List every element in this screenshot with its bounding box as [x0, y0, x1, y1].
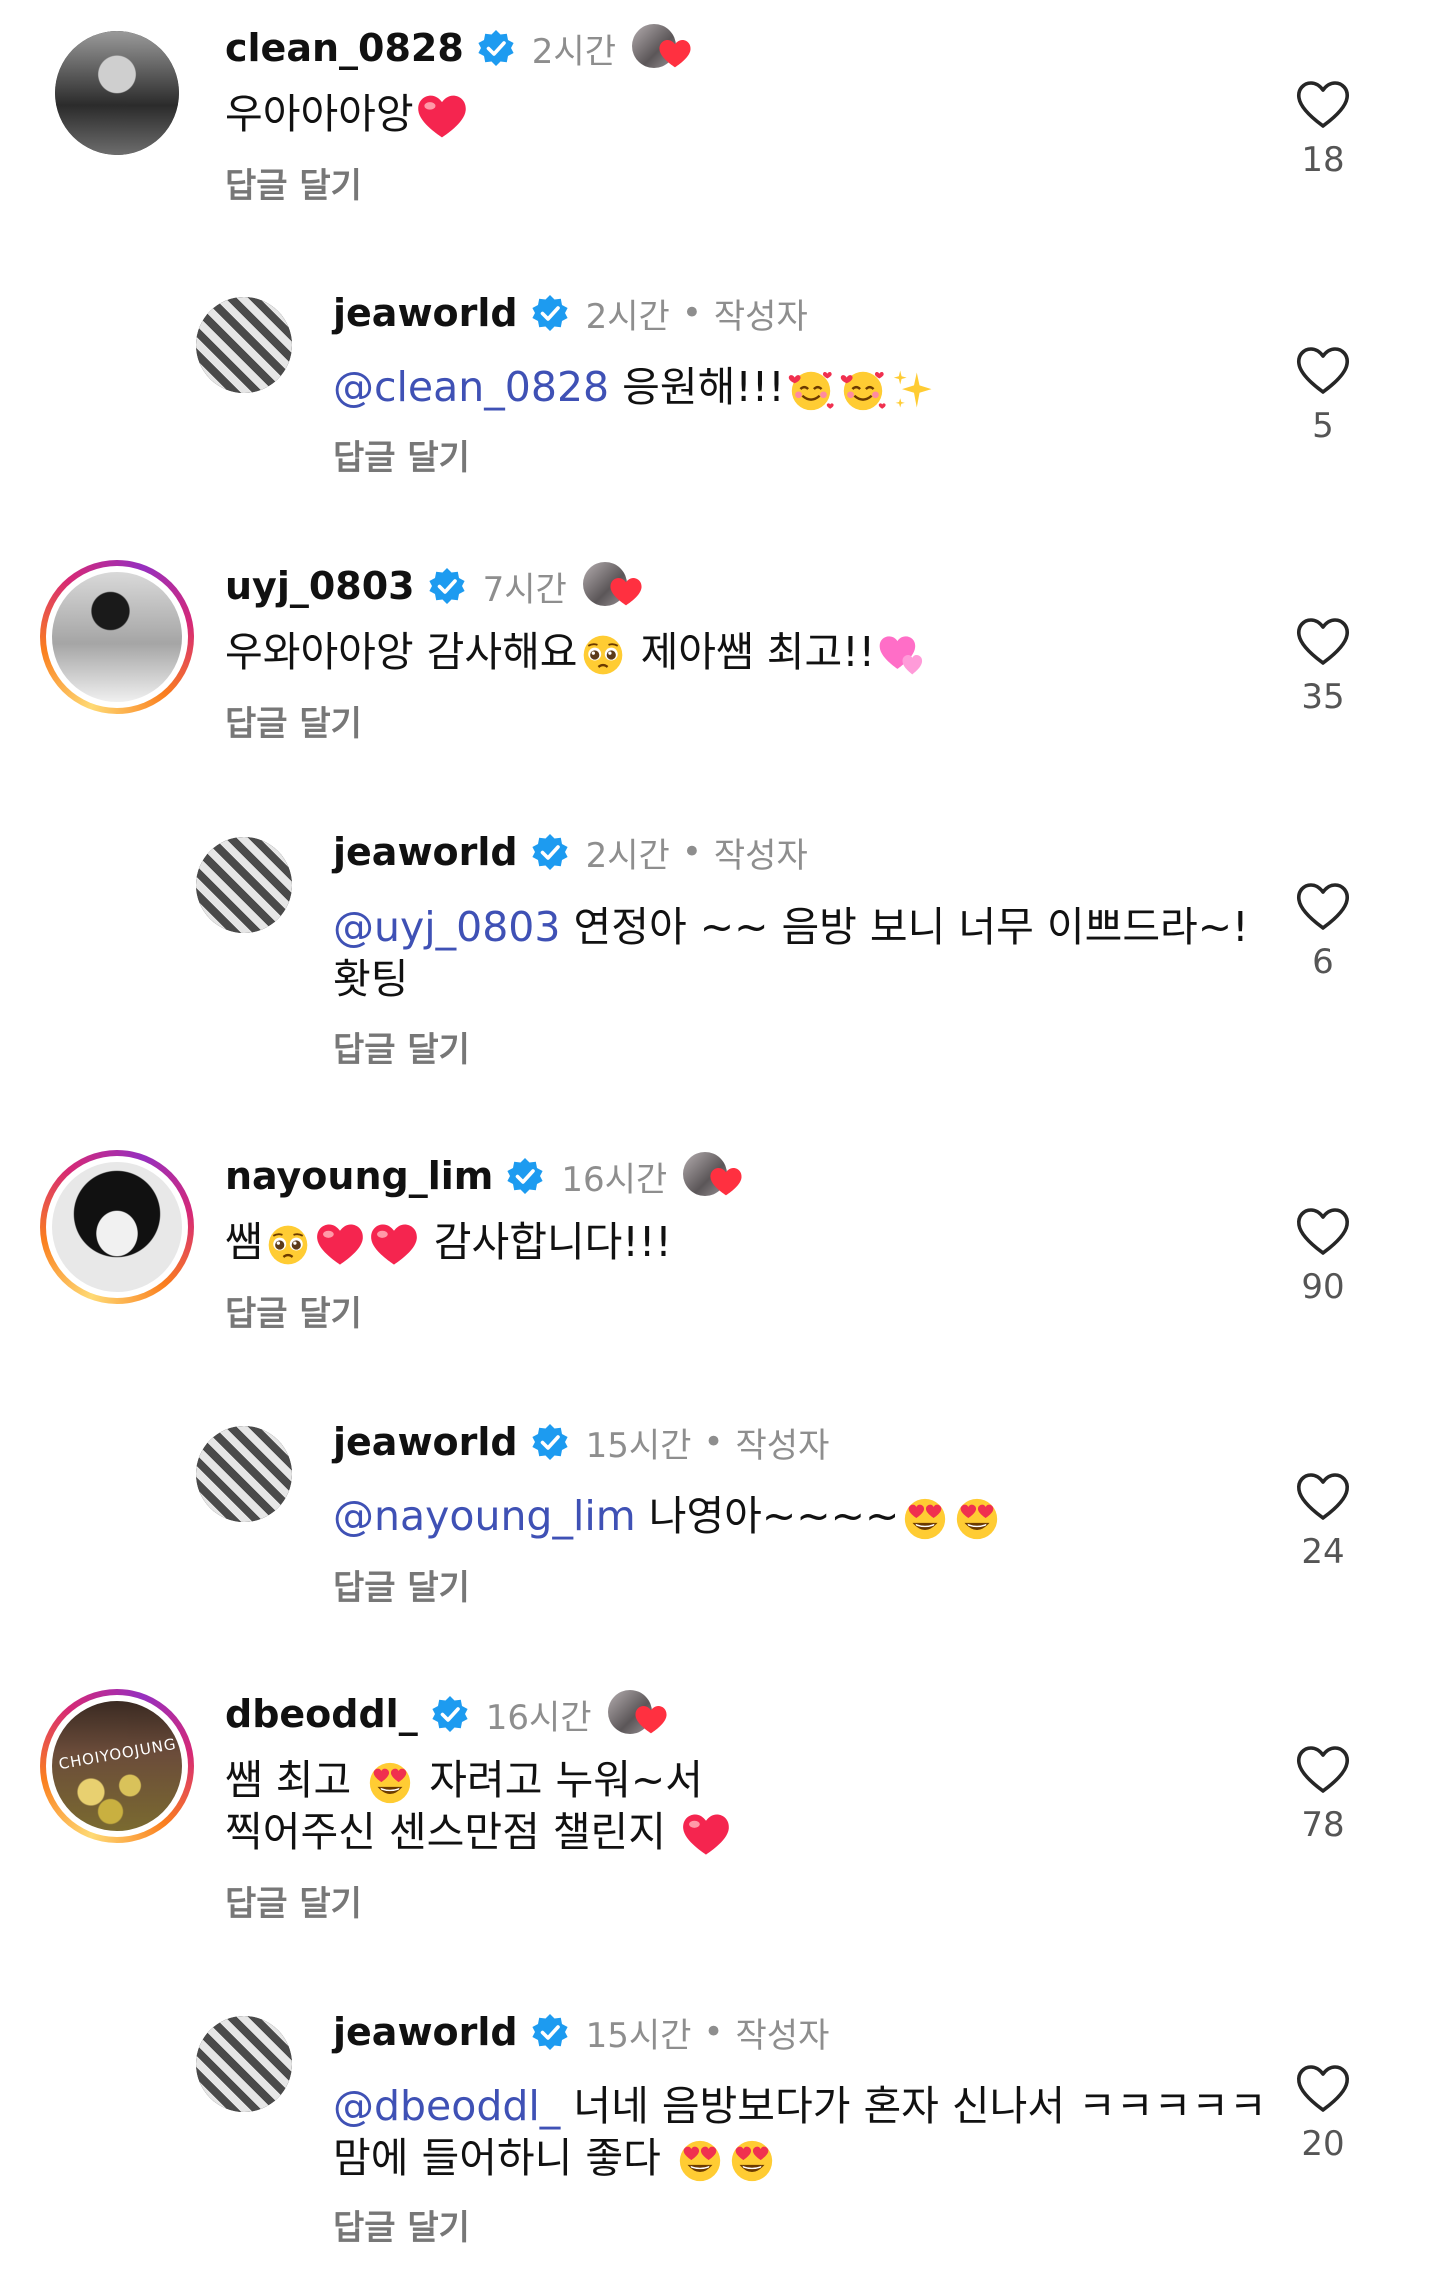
verified-badge-icon: [530, 293, 570, 333]
like-count: 18: [1301, 140, 1345, 180]
verified-badge-icon: [430, 1694, 470, 1734]
username[interactable]: uyj_0803: [225, 564, 415, 608]
comment-text: @nayoung_lim 나영아~~~~: [333, 1489, 1003, 1543]
mention-link[interactable]: @dbeoddl_: [333, 2082, 560, 2130]
like-count: 6: [1312, 942, 1334, 982]
author-badge: 작성자: [735, 2015, 830, 2056]
creator-liked-heart-icon: [607, 1688, 668, 1740]
story-avatar[interactable]: [40, 1150, 194, 1304]
username[interactable]: clean_0828: [225, 26, 464, 70]
like-count: 78: [1301, 1805, 1345, 1845]
username[interactable]: jeaworld: [333, 1420, 518, 1464]
avatar[interactable]: [55, 31, 179, 155]
timestamp: 2시간: [585, 296, 670, 337]
heart-outline-icon[interactable]: [1295, 80, 1351, 130]
comment-text-line2: 홧팅: [333, 955, 409, 1003]
separator-dot: •: [703, 2012, 724, 2052]
heart-outline-icon[interactable]: [1295, 1745, 1351, 1795]
reply-button[interactable]: 답글 달기: [225, 1876, 362, 1925]
heart-eyes-emoji: [366, 1759, 414, 1807]
comment-text: 우와아아앙 감사해요 제아쌤 최고!!: [225, 625, 931, 679]
reply-button[interactable]: 답글 달기: [333, 2200, 470, 2249]
reply-button[interactable]: 답글 달기: [333, 430, 470, 479]
heart-outline-icon[interactable]: [1295, 346, 1351, 396]
like-count: 24: [1301, 1532, 1345, 1572]
avatar[interactable]: [196, 297, 292, 393]
comment-text-line2: 찍어주신 센스만점 챌린지: [225, 1805, 733, 1859]
smiling-hearts-emoji: [787, 366, 835, 414]
comment-text-line2: 맘에 들어하니 좋다: [333, 2131, 778, 2185]
red-heart-emoji: [681, 1812, 731, 1858]
red-heart-emoji: [416, 93, 468, 141]
pleading-face-emoji: [580, 632, 626, 678]
smiling-hearts-emoji: [839, 366, 887, 414]
timestamp: 2시간: [585, 835, 670, 876]
story-avatar[interactable]: CHOIYOOJUNG: [40, 1689, 194, 1843]
comment-text: 우아아아앙: [225, 87, 470, 141]
story-avatar[interactable]: [40, 560, 194, 714]
verified-badge-icon: [476, 28, 516, 68]
comment-text: @clean_0828 응원해!!!: [333, 360, 939, 414]
heart-eyes-emoji: [676, 2137, 724, 2185]
author-badge: 작성자: [735, 1425, 830, 1466]
verified-badge-icon: [530, 2012, 570, 2052]
timestamp: 2시간: [531, 31, 616, 72]
timestamp: 15시간: [585, 1425, 692, 1466]
author-badge: 작성자: [713, 296, 808, 337]
avatar[interactable]: [196, 1426, 292, 1522]
sparkles-emoji: [891, 367, 937, 413]
creator-liked-heart-icon: [631, 22, 692, 74]
comment-text: @uyj_0803 연정아 ~~ 음방 보니 너무 이쁘드라~!: [333, 903, 1249, 951]
username[interactable]: jeaworld: [333, 830, 518, 874]
timestamp: 7시간: [482, 569, 567, 610]
verified-badge-icon: [505, 1156, 545, 1196]
reply-button[interactable]: 답글 달기: [225, 158, 362, 207]
reply-button[interactable]: 답글 달기: [333, 1022, 470, 1071]
separator-dot: •: [681, 293, 702, 333]
reply-button[interactable]: 답글 달기: [333, 1560, 470, 1609]
like-count: 20: [1301, 2124, 1345, 2164]
heart-outline-icon[interactable]: [1295, 882, 1351, 932]
timestamp: 16시간: [485, 1697, 592, 1738]
like-count: 5: [1312, 406, 1334, 446]
avatar[interactable]: [196, 2016, 292, 2112]
username[interactable]: jeaworld: [333, 291, 518, 335]
verified-badge-icon: [530, 1422, 570, 1462]
mention-link[interactable]: @clean_0828: [333, 363, 609, 411]
username[interactable]: dbeoddl_: [225, 1692, 418, 1736]
heart-eyes-emoji: [901, 1495, 949, 1543]
heart-outline-icon[interactable]: [1295, 1207, 1351, 1257]
username[interactable]: jeaworld: [333, 2010, 518, 2054]
pleading-face-emoji: [265, 1222, 311, 1268]
verified-badge-icon: [427, 566, 467, 606]
red-heart-emoji: [369, 1222, 419, 1268]
verified-badge-icon: [530, 832, 570, 872]
comment-text: 쌤 감사합니다!!!: [225, 1218, 672, 1268]
like-count: 35: [1301, 677, 1345, 717]
like-count: 90: [1301, 1267, 1345, 1307]
heart-outline-icon[interactable]: [1295, 2064, 1351, 2114]
heart-eyes-emoji: [953, 1495, 1001, 1543]
comment-text: 쌤 최고 자려고 누워~서: [225, 1753, 703, 1807]
heart-outline-icon[interactable]: [1295, 617, 1351, 667]
timestamp: 15시간: [585, 2015, 692, 2056]
reply-button[interactable]: 답글 달기: [225, 1286, 362, 1335]
mention-link[interactable]: @uyj_0803: [333, 903, 560, 951]
reply-button[interactable]: 답글 달기: [225, 696, 362, 745]
red-heart-emoji: [315, 1222, 365, 1268]
avatar[interactable]: [196, 837, 292, 933]
creator-liked-heart-icon: [582, 560, 643, 612]
separator-dot: •: [703, 1422, 724, 1462]
heart-outline-icon[interactable]: [1295, 1472, 1351, 1522]
timestamp: 16시간: [561, 1159, 668, 1200]
username[interactable]: nayoung_lim: [225, 1154, 493, 1198]
creator-liked-heart-icon: [683, 1150, 743, 1202]
separator-dot: •: [681, 832, 702, 872]
comment-text: @dbeoddl_ 너네 음방보다가 혼자 신나서 ㅋㅋㅋㅋㅋ: [333, 2082, 1267, 2130]
heart-eyes-emoji: [728, 2137, 776, 2185]
mention-link[interactable]: @nayoung_lim: [333, 1492, 636, 1540]
two-hearts-emoji: [877, 631, 929, 679]
author-badge: 작성자: [713, 835, 808, 876]
